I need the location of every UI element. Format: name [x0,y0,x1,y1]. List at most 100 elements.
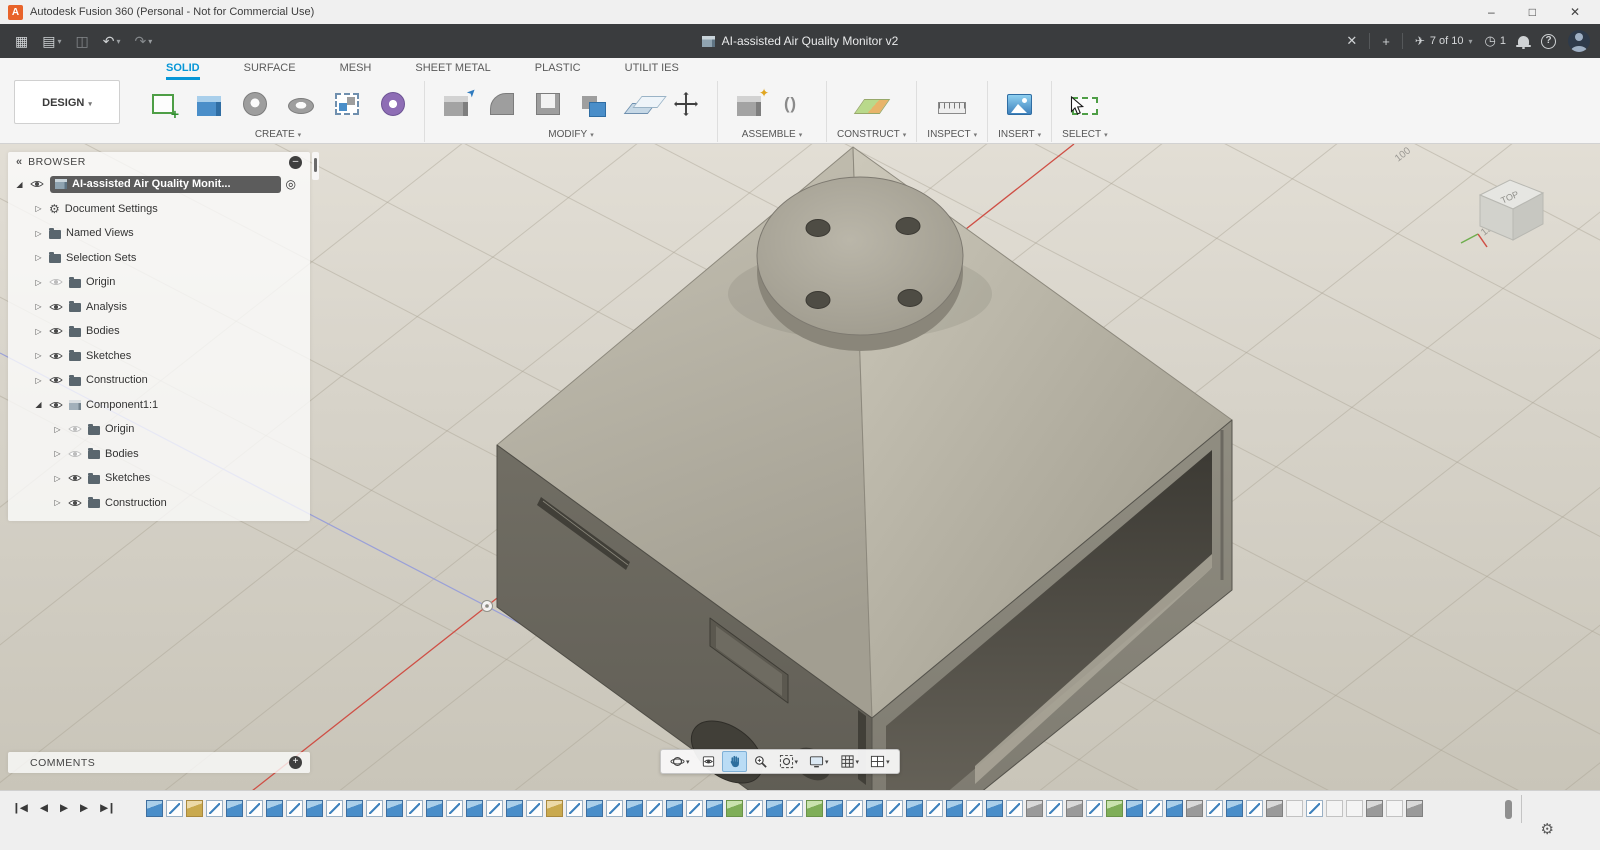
press-pull-tool-button[interactable] [435,81,477,127]
browser-item-sketches[interactable]: ▷Sketches [8,466,310,491]
visibility-eye-icon[interactable] [68,472,83,485]
timeline-feature-58-ghost[interactable] [1286,800,1303,817]
visibility-eye-icon[interactable] [49,325,64,338]
timeline-feature-4-sketch[interactable] [206,800,223,817]
select-tool-button[interactable] [1064,81,1106,127]
group-dropdown-assemble[interactable]: ASSEMBLE▾ [728,127,816,142]
viewcube[interactable]: TOP [1461,180,1543,247]
browser-item-component1-1[interactable]: ◢Component1:1 [8,393,310,418]
expand-arrow-icon[interactable]: ▷ [52,474,63,483]
timeline-feature-10-sketch[interactable] [326,800,343,817]
timeline-feature-54-sketch[interactable] [1206,800,1223,817]
maximize-button[interactable]: □ [1529,5,1536,19]
timeline-feature-26-sketch[interactable] [646,800,663,817]
display-settings-button[interactable]: ▾ [804,751,834,772]
mount-hole[interactable] [898,290,922,307]
create-sketch-tool-button[interactable] [142,81,184,127]
visibility-eye-icon[interactable] [49,398,64,411]
timeline-feature-6-sketch[interactable] [246,800,263,817]
timeline-feature-30-green[interactable] [726,800,743,817]
timeline-feature-3-gold[interactable] [186,800,203,817]
visibility-eye-icon[interactable] [68,423,83,436]
timeline-feature-45-gray[interactable] [1026,800,1043,817]
notifications-bell-icon[interactable] [1518,36,1529,45]
timeline-feature-5-extrude[interactable] [226,800,243,817]
tab-mesh[interactable]: MESH [340,62,372,80]
undo-button[interactable]: ↶▾ [98,31,126,51]
timeline-feature-15-extrude[interactable] [426,800,443,817]
tab-utilit-ies[interactable]: UTILIT IES [625,62,679,80]
extension-timer-button[interactable]: ◷ 1 [1485,33,1506,49]
timeline-feature-1-extrude[interactable] [146,800,163,817]
timeline-feature-42-sketch[interactable] [966,800,983,817]
timeline-feature-25-extrude[interactable] [626,800,643,817]
combine-tool-button[interactable] [573,81,615,127]
timeline-feature-19-extrude[interactable] [506,800,523,817]
timeline-feature-11-extrude[interactable] [346,800,363,817]
timeline-feature-41-extrude[interactable] [946,800,963,817]
help-button[interactable] [1541,34,1556,49]
timeline-feature-59-sketch[interactable] [1306,800,1323,817]
timeline-feature-17-extrude[interactable] [466,800,483,817]
browser-item-bodies[interactable]: ▷Bodies [8,319,310,344]
tab-plastic[interactable]: PLASTIC [535,62,581,80]
comments-bar[interactable]: COMMENTS [8,752,310,773]
measure-tool-button[interactable] [931,81,973,127]
visibility-eye-icon[interactable] [68,447,83,460]
timeline-feature-62-gray[interactable] [1366,800,1383,817]
browser-item-analysis[interactable]: ▷Analysis [8,295,310,320]
mount-hole[interactable] [806,220,830,237]
skip-start-button[interactable]: ❙◀ [12,802,27,814]
timeline-feature-60-ghost[interactable] [1326,800,1343,817]
torus-tool-button[interactable] [280,81,322,127]
browser-item-ai-assisted-air-quality-monit[interactable]: ◢AI-assisted Air Quality Monit...◎ [8,172,310,197]
expand-arrow-icon[interactable]: ▷ [52,425,63,434]
timeline-feature-2-sketch[interactable] [166,800,183,817]
timeline-feature-33-sketch[interactable] [786,800,803,817]
offset-plane-tool-button[interactable] [619,81,661,127]
timeline-feature-56-sketch[interactable] [1246,800,1263,817]
timeline-feature-16-sketch[interactable] [446,800,463,817]
timeline-feature-47-gray[interactable] [1066,800,1083,817]
group-dropdown-create[interactable]: CREATE▾ [142,127,414,142]
timeline-feature-36-sketch[interactable] [846,800,863,817]
timeline-feature-21-gold[interactable] [546,800,563,817]
timeline-feature-8-sketch[interactable] [286,800,303,817]
panel-resize-handle[interactable] [312,152,319,180]
timeline-feature-29-extrude[interactable] [706,800,723,817]
step-back-button[interactable]: ◀ [40,802,47,814]
timeline-feature-50-extrude[interactable] [1126,800,1143,817]
close-tab-button[interactable]: ✕ [1346,33,1357,49]
timeline-feature-32-extrude[interactable] [766,800,783,817]
file-menu-button[interactable]: ▤▾ [37,31,66,51]
tab-sheet-metal[interactable]: SHEET METAL [415,62,490,80]
timeline-feature-18-sketch[interactable] [486,800,503,817]
step-forward-button[interactable]: ▶ [80,802,87,814]
browser-item-origin[interactable]: ▷Origin [8,270,310,295]
expand-arrow-icon[interactable]: ▷ [33,253,44,262]
comments-expand-icon[interactable] [289,756,302,769]
timeline-feature-63-ghost[interactable] [1386,800,1403,817]
zoom-button[interactable] [748,751,773,772]
timeline-feature-55-extrude[interactable] [1226,800,1243,817]
expand-arrow-icon[interactable]: ▷ [33,376,44,385]
browser-item-construction[interactable]: ▷Construction [8,368,310,393]
insert-image-tool-button[interactable] [999,81,1041,127]
visibility-eye-icon[interactable] [30,178,45,191]
timeline-feature-31-sketch[interactable] [746,800,763,817]
timeline-scroll-handle[interactable] [1505,800,1512,819]
expand-arrow-icon[interactable]: ▷ [52,498,63,507]
browser-item-construction[interactable]: ▷Construction [8,491,310,516]
visibility-eye-icon[interactable] [49,276,64,289]
viewport-3d[interactable]: 100 150 TOP « BROWSER ◢AI-assisted Air Q… [0,144,1600,790]
timeline-feature-40-sketch[interactable] [926,800,943,817]
joint-tool-button[interactable] [774,81,816,127]
tab-surface[interactable]: SURFACE [244,62,296,80]
move-tool-button[interactable] [665,81,707,127]
timeline-feature-23-extrude[interactable] [586,800,603,817]
timeline-settings-gear-icon[interactable]: ⚙ [1541,822,1554,837]
timeline-feature-7-extrude[interactable] [266,800,283,817]
visibility-eye-icon[interactable] [49,349,64,362]
pan-hand-button[interactable] [722,751,747,772]
timeline-feature-46-sketch[interactable] [1046,800,1063,817]
